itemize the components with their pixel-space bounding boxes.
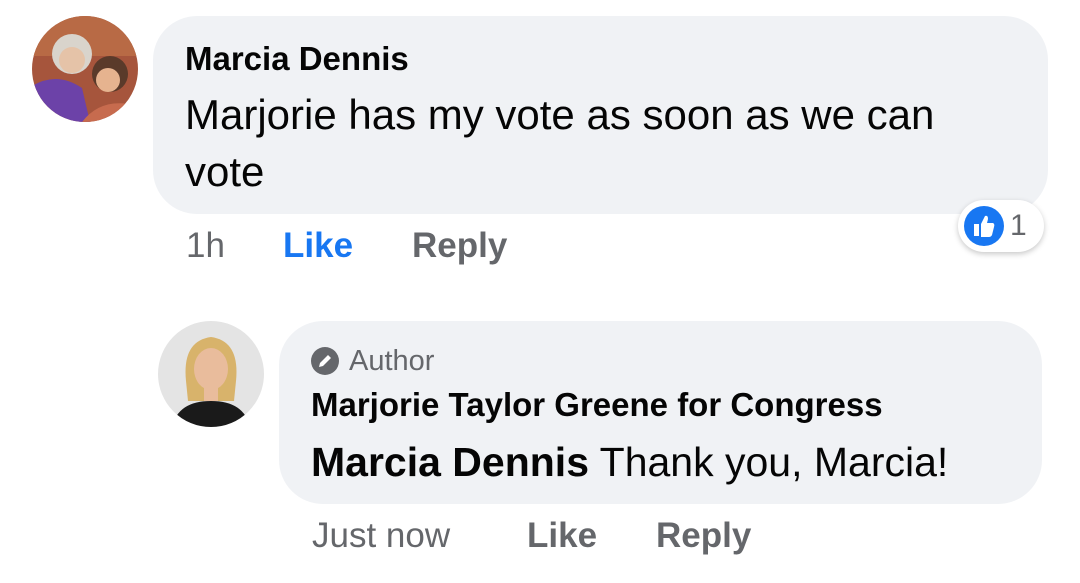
comment-bubble: Marcia Dennis Marjorie has my vote as so… bbox=[153, 16, 1048, 214]
pencil-icon bbox=[311, 347, 339, 375]
reply-bubble: Author Marjorie Taylor Greene for Congre… bbox=[279, 321, 1042, 504]
comment-author-name[interactable]: Marcia Dennis bbox=[185, 40, 409, 78]
comment-text-line2: vote bbox=[185, 148, 265, 195]
reply-author-name[interactable]: Marjorie Taylor Greene for Congress bbox=[311, 386, 883, 424]
page-author-photo bbox=[158, 321, 264, 427]
author-badge-label: Author bbox=[349, 345, 435, 377]
like-button[interactable]: Like bbox=[283, 226, 353, 266]
thumbs-up-icon bbox=[964, 206, 1004, 246]
reaction-count: 1 bbox=[1010, 209, 1027, 242]
reply-button[interactable]: Reply bbox=[412, 226, 507, 266]
comment-text-line1: Marjorie has my vote as soon as we can bbox=[185, 91, 935, 138]
comment-timestamp[interactable]: 1h bbox=[186, 226, 225, 266]
reply-message: Thank you, Marcia! bbox=[599, 439, 949, 485]
reply-text: Marcia Dennis Thank you, Marcia! bbox=[311, 439, 948, 486]
reaction-summary[interactable]: 1 bbox=[958, 200, 1044, 252]
reply-like-button[interactable]: Like bbox=[527, 516, 597, 556]
reply-timestamp[interactable]: Just now bbox=[312, 516, 450, 556]
avatar-commenter[interactable] bbox=[32, 16, 138, 122]
commenter-photo bbox=[32, 16, 138, 122]
reply-reply-button[interactable]: Reply bbox=[656, 516, 751, 556]
avatar-page-author[interactable] bbox=[158, 321, 264, 427]
mention-link[interactable]: Marcia Dennis bbox=[311, 439, 589, 485]
